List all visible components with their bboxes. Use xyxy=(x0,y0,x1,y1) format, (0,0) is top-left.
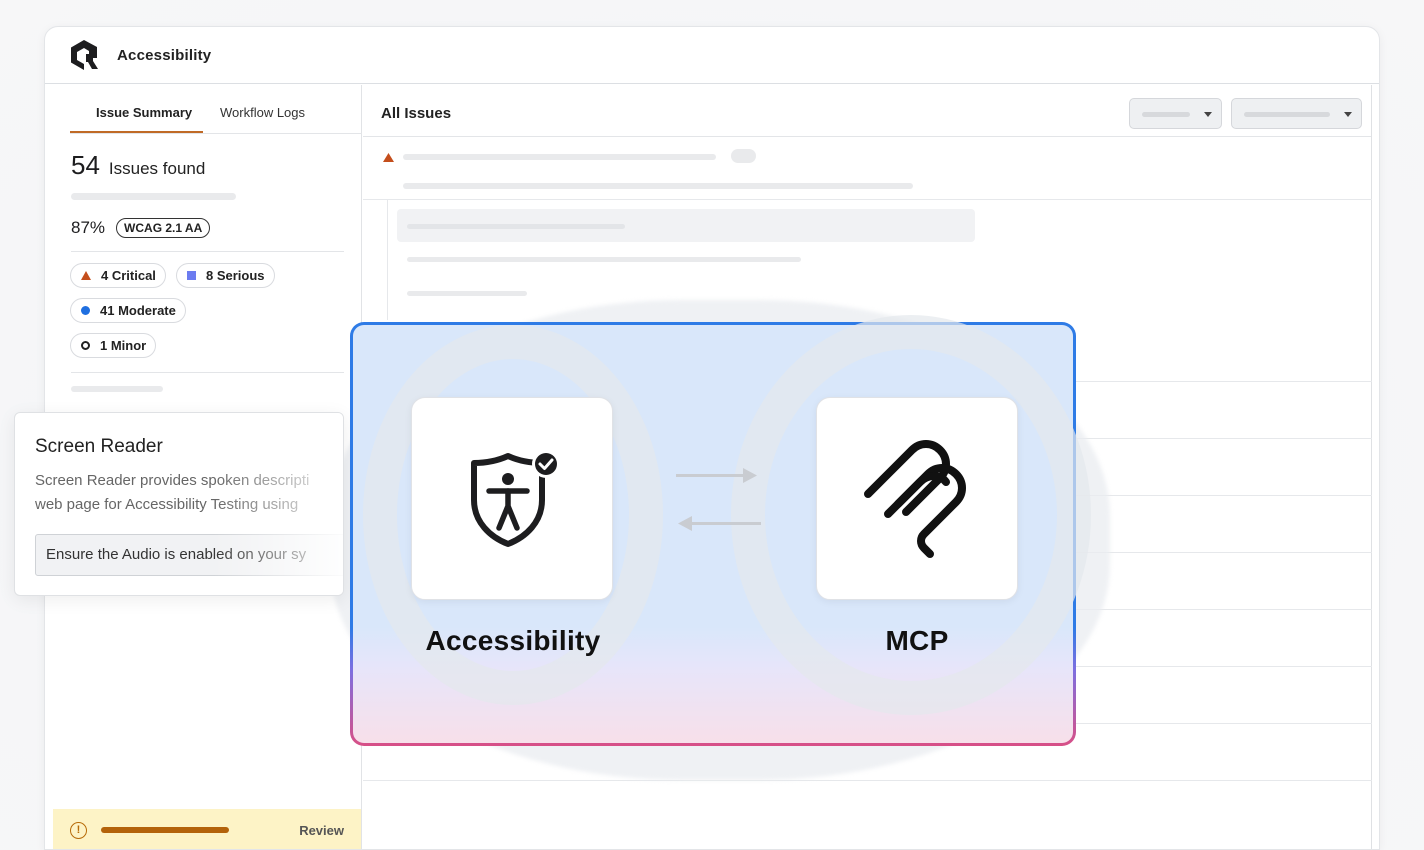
accessibility-shield-icon xyxy=(471,449,560,547)
row-divider xyxy=(363,780,1372,781)
dot-icon xyxy=(81,306,90,315)
arrow-right-icon xyxy=(743,468,757,483)
severity-chip-critical[interactable]: 4 Critical xyxy=(70,263,166,288)
stage: Accessibility Issue Summary Workflow Log… xyxy=(0,0,1424,850)
chip-label: 1 Minor xyxy=(100,338,147,353)
arrow-left-shaft xyxy=(691,522,761,525)
placeholder-bar xyxy=(403,183,913,189)
ring-icon xyxy=(81,341,90,350)
square-icon xyxy=(187,271,196,280)
arrow-right-shaft xyxy=(676,474,746,477)
integration-modal: Accessibility MCP xyxy=(350,315,1091,746)
placeholder-bar xyxy=(71,386,163,392)
row-divider xyxy=(363,199,1372,200)
mcp-tile[interactable] xyxy=(816,397,1018,600)
score-row: 87% WCAG 2.1 AA xyxy=(71,218,211,238)
review-label: Review xyxy=(299,822,344,838)
select-placeholder xyxy=(1244,112,1330,117)
divider xyxy=(71,251,344,252)
placeholder-bar xyxy=(407,257,801,262)
severity-chip-minor[interactable]: 1 Minor xyxy=(70,333,157,358)
review-progress xyxy=(101,827,229,833)
active-tab-indicator xyxy=(70,131,203,133)
triangle-icon xyxy=(81,271,91,280)
chip-label: 41 Moderate xyxy=(100,303,176,318)
caret-down-icon xyxy=(1204,112,1212,117)
filter-select[interactable] xyxy=(1129,98,1222,129)
select-placeholder xyxy=(1142,112,1190,117)
wcag-badge: WCAG 2.1 AA xyxy=(116,218,211,238)
screen-reader-title: Screen Reader xyxy=(35,436,163,457)
placeholder-pill xyxy=(731,149,756,163)
accessibility-tile[interactable] xyxy=(411,397,613,600)
review-bar[interactable]: ! Review xyxy=(53,809,361,849)
placeholder-bar xyxy=(407,291,527,296)
issues-label: Issues found xyxy=(108,159,206,178)
sort-select[interactable] xyxy=(1231,98,1362,129)
accessibility-label: Accessibility xyxy=(425,625,601,656)
arrow-left-icon xyxy=(678,516,692,531)
severity-chip-serious[interactable]: 8 Serious xyxy=(176,263,275,288)
tab-workflow-logs[interactable]: Workflow Logs xyxy=(220,105,305,120)
issues-title: All Issues xyxy=(381,105,452,122)
window-header: Accessibility xyxy=(45,27,1379,84)
divider xyxy=(71,372,344,373)
issues-header: All Issues xyxy=(363,85,1371,137)
critical-triangle-icon xyxy=(383,153,394,162)
tab-issue-summary[interactable]: Issue Summary xyxy=(96,105,192,120)
screen-reader-card: Screen Reader Screen Reader provides spo… xyxy=(14,412,344,596)
caret-down-icon xyxy=(1344,112,1352,117)
window-title: Accessibility xyxy=(117,46,212,64)
placeholder-bar xyxy=(403,154,716,160)
issues-found: 54 Issues found xyxy=(71,150,205,181)
issues-count: 54 xyxy=(71,150,100,180)
severity-chip-moderate[interactable]: 41 Moderate xyxy=(70,298,186,323)
chip-label: 8 Serious xyxy=(206,268,265,283)
placeholder-bar xyxy=(407,224,625,229)
tree-line xyxy=(387,200,388,320)
mcp-icon xyxy=(864,439,966,558)
fade-overlay xyxy=(213,413,343,595)
placeholder-bar xyxy=(71,193,236,200)
score-percent: 87% xyxy=(71,218,106,237)
tab-bar: Issue Summary Workflow Logs xyxy=(70,85,362,134)
app-logo-icon xyxy=(71,40,98,70)
chip-label: 4 Critical xyxy=(101,268,156,283)
mcp-label: MCP xyxy=(885,625,949,656)
alert-circle-icon: ! xyxy=(70,821,87,839)
